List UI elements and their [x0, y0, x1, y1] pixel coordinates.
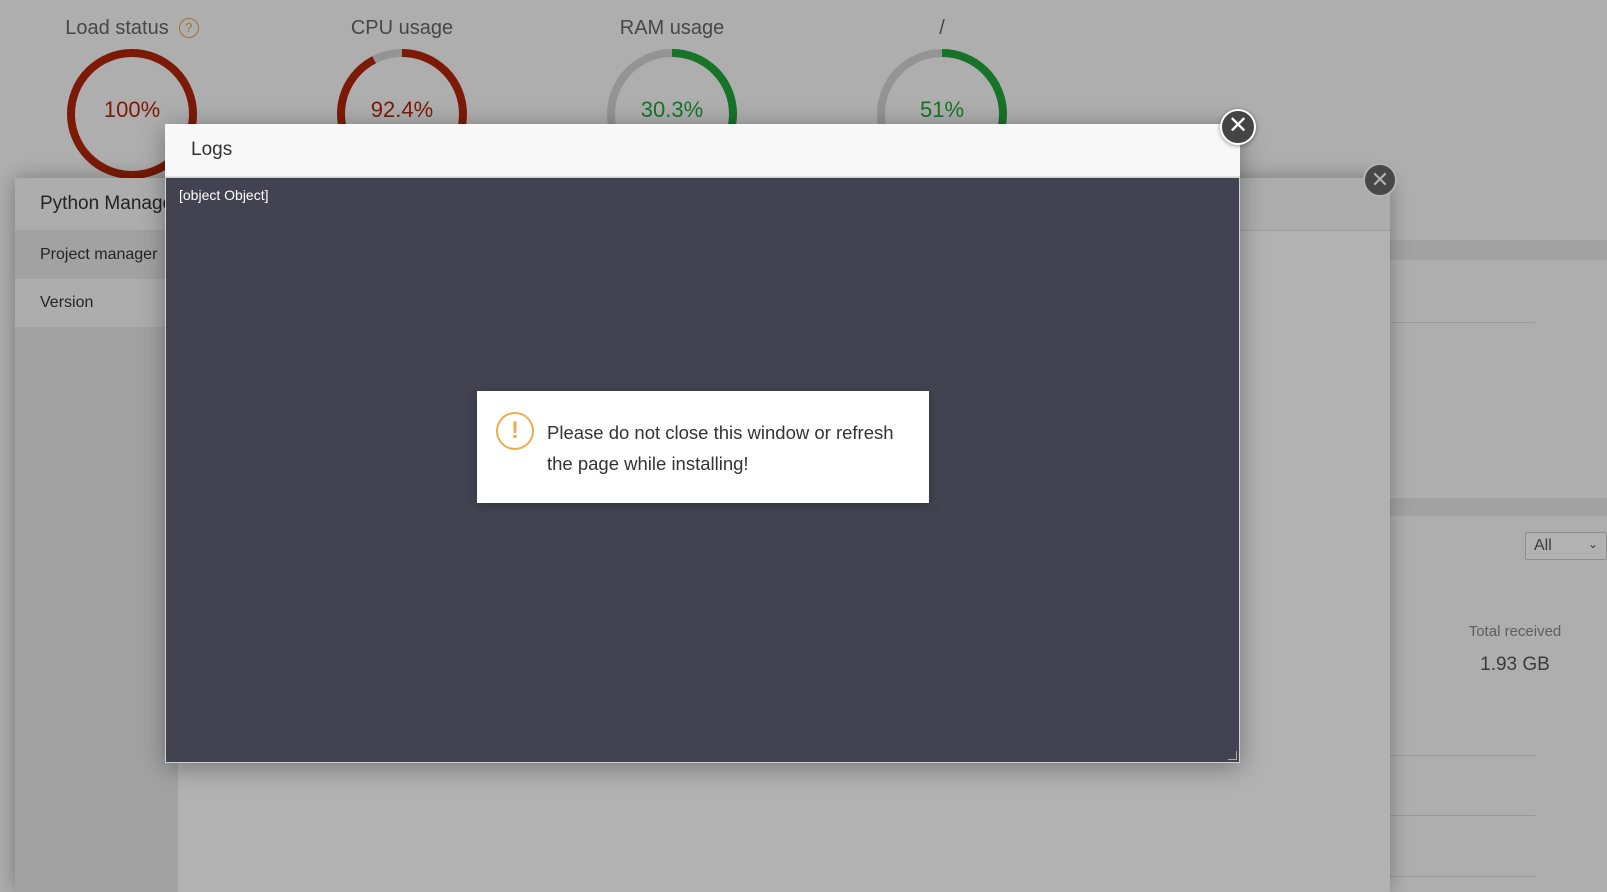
close-icon[interactable]: ✕ — [1220, 109, 1256, 145]
warning-icon: ! — [496, 412, 534, 450]
logs-content: [object Object] — [179, 187, 269, 203]
warning-toast: ! Please do not close this window or ref… — [477, 391, 929, 503]
logs-title: Logs — [191, 139, 233, 160]
resize-handle-icon[interactable] — [1228, 751, 1237, 760]
logs-header: Logs — [165, 124, 1240, 177]
toast-message: Please do not close this window or refre… — [547, 422, 894, 474]
